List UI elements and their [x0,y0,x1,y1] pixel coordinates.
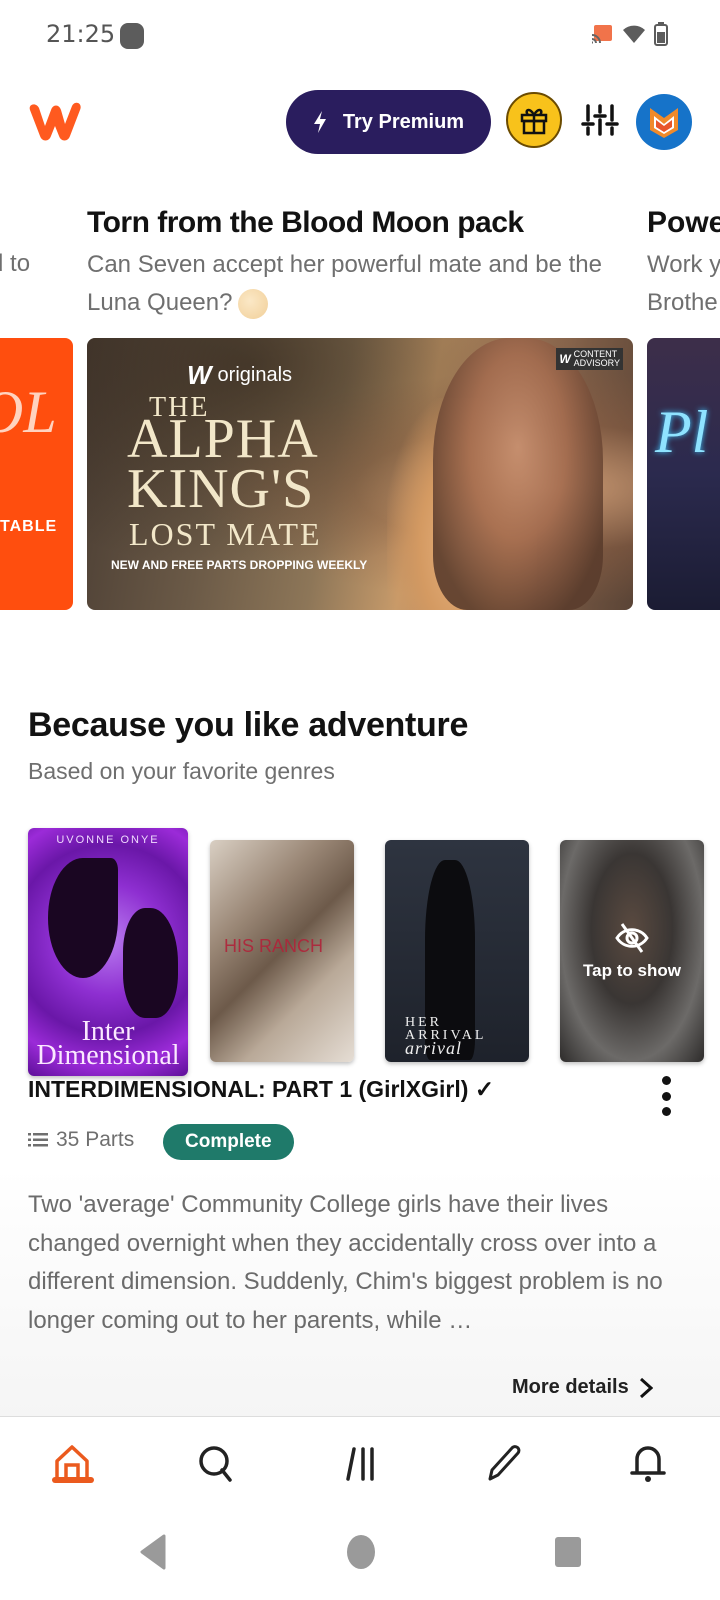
bottom-navigation [0,1416,720,1506]
advisory-w-icon: W [559,351,571,366]
cover-title-line-3: arrival [405,1038,463,1058]
avatar-logo-icon [650,108,678,138]
cover-face [433,338,603,610]
eye-off-icon [615,923,649,953]
book-cover-title: Inter Dimensional [28,1018,188,1071]
search-icon [199,1446,232,1482]
next-subtitle-line-1: Work y [647,251,720,278]
lightning-icon [313,111,326,133]
book-cover-title: HIS RANCH [224,936,324,956]
book-author: UVONNE ONYE [56,834,160,846]
hidden-book-cover[interactable]: Tap to show [560,840,704,1062]
book-cover-interdimensional[interactable]: UVONNE ONYE Inter Dimensional [28,828,188,1076]
status-badge: Complete [163,1124,294,1160]
cover-silhouette [48,858,118,978]
moon-emoji-icon [238,288,269,319]
gift-icon [520,108,548,135]
back-icon[interactable] [138,1534,168,1570]
gift-button[interactable] [506,92,562,148]
home-circle-icon[interactable] [346,1534,376,1570]
featured-carousel[interactable]: ted to OL TABLE Torn from the Blood Moon… [0,200,720,620]
nav-write[interactable] [478,1437,530,1489]
wifi-icon [623,25,645,43]
originals-badge: W originals [187,360,292,391]
promo-subtitle-text: Can Seven accept her powerful mate and b… [87,251,602,316]
parts-label: 35 Parts [56,1128,135,1151]
system-navigation-bar [0,1506,720,1600]
more-details-link[interactable]: More details [512,1376,653,1399]
prev-promo-cover[interactable]: OL TABLE [0,338,73,610]
book-cover-his-ranch[interactable]: HIS RANCH [210,840,354,1062]
prev-cover-tag: TABLE [0,518,58,535]
top-bar: Try Premium [0,86,720,156]
content-advisory-badge: W CONTENT ADVISORY [556,348,623,370]
promo-title[interactable]: Torn from the Blood Moon pack [87,206,524,240]
next-promo-subtitle: Work y Brothe [647,246,720,322]
tap-to-show-label: Tap to show [583,961,681,980]
section-subtitle: Based on your favorite genres [28,758,335,784]
next-cover-text: Pl [655,399,709,465]
cover-title-line-2: Dimensional [36,1040,180,1071]
more-details-label: More details [512,1376,629,1398]
prev-promo-subtitle: ted to [0,250,31,277]
section-title: Because you like adventure [28,706,469,744]
pencil-icon [488,1445,521,1481]
cast-icon [591,25,612,44]
user-avatar[interactable] [636,94,692,150]
list-icon [28,1133,48,1147]
promo-subtitle: Can Seven accept her powerful mate and b… [87,246,607,322]
cover-line-lost-mate: LOST MATE [129,516,322,552]
wattpad-logo[interactable] [26,98,84,144]
notification-dot-icon [120,23,144,49]
promo-cover[interactable]: W originals THE ALPHA KING'S LOST MATE N… [87,338,633,610]
prev-cover-text: OL [0,379,57,445]
nav-search[interactable] [190,1437,242,1489]
nav-notifications[interactable] [622,1437,674,1489]
next-promo-cover[interactable]: Pl [647,338,720,610]
cover-line-kings: KING'S [127,458,315,520]
story-title[interactable]: INTERDIMENSIONAL: PART 1 (GirlXGirl) ✓ [28,1076,494,1103]
book-cover-her-arrival[interactable]: HER ARRIVAL arrival [385,840,529,1062]
book-row[interactable]: UVONNE ONYE Inter Dimensional HIS RANCH … [0,820,720,1080]
library-icon [346,1447,374,1481]
chevron-right-icon [639,1377,653,1398]
filter-button[interactable] [580,100,620,140]
cover-tagline: NEW AND FREE PARTS DROPPING WEEKLY [111,558,368,572]
cover-line-alpha: ALPHA [127,408,319,470]
story-description: Two 'average' Community College girls ha… [28,1191,663,1334]
cover-silhouette [123,908,178,1018]
status-icons [590,22,668,46]
try-premium-button[interactable]: Try Premium [286,90,491,154]
next-promo-title[interactable]: Powe [647,206,720,240]
status-bar: 21:25 [0,0,720,70]
advisory-line-2: ADVISORY [573,358,620,368]
originals-label: originals [217,364,293,386]
nav-library[interactable] [336,1437,388,1489]
sliders-icon [581,104,619,136]
more-options-button[interactable] [654,1076,678,1116]
bell-icon [630,1446,666,1482]
recents-icon[interactable] [554,1534,582,1570]
active-tab-indicator [52,1477,94,1483]
book-cover-title: HER ARRIVAL arrival [405,1016,486,1058]
battery-icon [654,22,668,46]
cover-line-main: ALPHA KING'S [127,408,319,520]
parts-count: 35 Parts [28,1128,134,1152]
status-time: 21:25 [46,20,116,48]
next-subtitle-line-2: Brothe [647,289,718,316]
try-premium-label: Try Premium [342,110,465,133]
wattpad-w-icon: W [187,360,212,390]
